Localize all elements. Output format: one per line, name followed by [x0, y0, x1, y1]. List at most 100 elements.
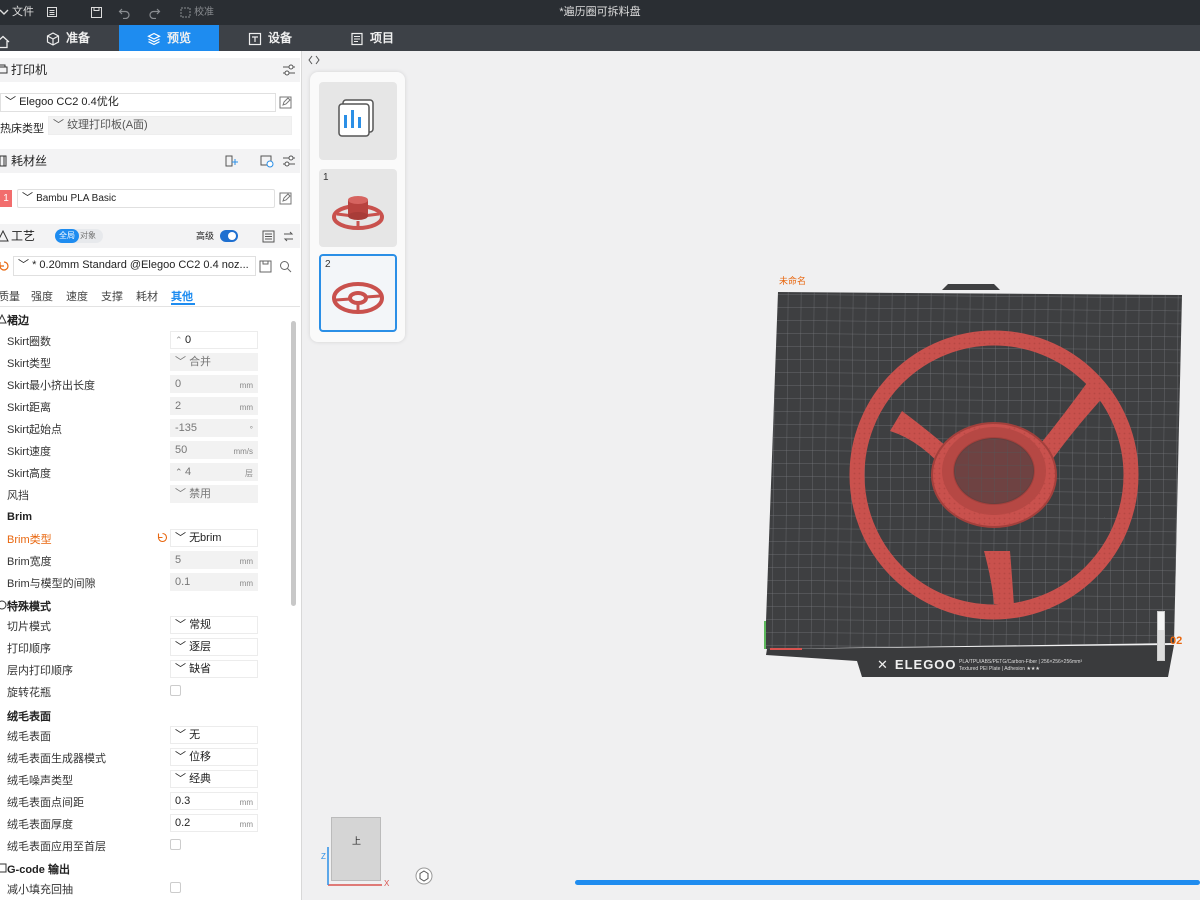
tab-preview[interactable]: 预览: [119, 25, 219, 51]
subtab-speed[interactable]: 速度: [66, 288, 88, 304]
draft-shield-value: 禁用: [189, 488, 212, 500]
filament-preset-select[interactable]: ﹀ Bambu PLA Basic: [17, 189, 275, 208]
skirt-start-unit: °: [249, 425, 253, 434]
plate-thumb-1[interactable]: 1: [319, 169, 397, 247]
fuzzy-gen-label: 绒毛表面生成器模式: [7, 753, 106, 765]
skirt-min-len-input[interactable]: 0 mm: [170, 375, 258, 393]
skirt-start-value: -135: [175, 422, 198, 434]
setting-skirt-speed: Skirt速度 50 mm/s: [0, 439, 290, 461]
menu-icon[interactable]: [46, 0, 58, 25]
skirt-dist-value: 2: [175, 400, 182, 412]
fuzzy-first-checkbox[interactable]: [170, 839, 181, 850]
brim-type-select[interactable]: ﹀ 无brim: [170, 529, 258, 547]
3d-viewport[interactable]: 1 2 未命名 ✕ ELEGOO PLA/TPU/ABS/PETG/Carbon…: [302, 51, 1200, 900]
file-menu[interactable]: 文件: [12, 0, 34, 25]
add-filament-icon[interactable]: [224, 154, 238, 168]
redo-icon[interactable]: [148, 0, 161, 25]
subtab-quality[interactable]: 质量: [0, 288, 20, 304]
skirt-group-icon: [0, 314, 7, 324]
fuzzy-gen-select[interactable]: ﹀ 位移: [170, 748, 258, 766]
all-plates-thumb[interactable]: [319, 82, 397, 160]
skirt-group-title: 裙边: [7, 315, 29, 327]
skirt-height-spin[interactable]: ⌃ 4层: [170, 463, 258, 481]
skirt-loops-spin[interactable]: ⌃ 0: [170, 331, 258, 349]
tab-project[interactable]: 项目: [334, 25, 424, 51]
advanced-toggle[interactable]: [220, 230, 238, 242]
fuzzy-skin-value: 无: [189, 729, 201, 741]
filament-slot-badge[interactable]: 1: [0, 190, 12, 207]
fuzzy-skin-select[interactable]: ﹀ 无: [170, 726, 258, 744]
app-menu-button[interactable]: [0, 0, 10, 25]
process-compare-icon[interactable]: [282, 230, 295, 243]
print-seq-select[interactable]: ﹀ 逐层: [170, 638, 258, 656]
plate-2-model-preview: [332, 282, 384, 314]
settings-scrollbar[interactable]: [291, 321, 296, 606]
skirt-type-select[interactable]: ﹀ 合并: [170, 353, 258, 371]
plate-thumb-2[interactable]: 2: [319, 254, 397, 332]
slice-mode-select[interactable]: ﹀ 常规: [170, 616, 258, 634]
printer-section-label: 打印机: [11, 63, 48, 77]
spiral-vase-checkbox[interactable]: [170, 685, 181, 696]
search-icon[interactable]: [279, 260, 292, 273]
tab-device[interactable]: 设备: [232, 25, 322, 51]
layer-slider[interactable]: [1157, 611, 1165, 661]
nav-cube[interactable]: 上 Z X: [321, 817, 389, 888]
tab-device-label: 设备: [268, 31, 293, 45]
brim-gap-input[interactable]: 0.1 mm: [170, 573, 258, 591]
intra-layer-select[interactable]: ﹀ 缺省: [170, 660, 258, 678]
fuzzy-noise-select[interactable]: ﹀ 经典: [170, 770, 258, 788]
reset-process-icon[interactable]: [0, 260, 10, 272]
skirt-dist-unit: mm: [239, 403, 253, 412]
save-process-icon[interactable]: [259, 260, 272, 273]
home-button[interactable]: [0, 25, 20, 51]
process-preset-select[interactable]: ﹀ * 0.20mm Standard @Elegoo CC2 0.4 noz.…: [13, 256, 256, 276]
reduce-retract-checkbox[interactable]: [170, 882, 181, 893]
subtab-others[interactable]: 其他: [171, 288, 193, 304]
calibrate-menu[interactable]: 校准: [180, 0, 214, 25]
collapse-sidebar-icon[interactable]: [308, 54, 320, 66]
undo-icon[interactable]: [118, 0, 131, 25]
save-icon[interactable]: [90, 0, 103, 25]
scope-global[interactable]: 全局: [55, 229, 79, 243]
scope-object[interactable]: 对象: [80, 229, 96, 243]
build-plate[interactable]: [762, 281, 1182, 701]
printer-preset-select[interactable]: ﹀ Elegoo CC2 0.4优化: [0, 93, 276, 112]
reset-brim-type-icon[interactable]: [157, 532, 168, 543]
axis-z-label: Z: [321, 852, 326, 861]
skirt-dist-input[interactable]: 2 mm: [170, 397, 258, 415]
tab-prepare[interactable]: 准备: [30, 25, 118, 51]
edit-printer-icon[interactable]: [279, 96, 292, 109]
bed-type-value: 纹理打印板(A面): [67, 119, 148, 131]
setting-fuzzy-generator: 绒毛表面生成器模式 ﹀ 位移: [0, 746, 290, 768]
main-tabbar: 准备 预览 设备 项目: [0, 25, 1200, 51]
process-list-icon[interactable]: [262, 230, 275, 243]
draft-shield-select[interactable]: ﹀ 禁用: [170, 485, 258, 503]
setting-skirt-min-len: Skirt最小挤出长度 0 mm: [0, 373, 290, 395]
intra-layer-label: 层内打印顺序: [7, 665, 73, 677]
skirt-start-input[interactable]: -135 °: [170, 419, 258, 437]
brim-width-input[interactable]: 5 mm: [170, 551, 258, 569]
tab-preview-label: 预览: [167, 31, 192, 45]
filament-sync-icon[interactable]: [260, 154, 274, 168]
subtab-filament[interactable]: 耗材: [136, 288, 158, 304]
setting-skirt-loops: Skirt圈数 ⌃ 0: [0, 329, 290, 351]
skirt-height-value: 4: [185, 466, 192, 478]
fuzzy-thick-value: 0.2: [175, 817, 191, 829]
setting-fuzzy-skin: 绒毛表面 ﹀ 无: [0, 724, 290, 746]
subtab-strength[interactable]: 强度: [31, 288, 53, 304]
fuzzy-thick-input[interactable]: 0.2 mm: [170, 814, 258, 832]
fuzzy-first-label: 绒毛表面应用至首层: [7, 841, 106, 853]
chevron-down-icon: [0, 9, 9, 16]
bed-type-select[interactable]: ﹀ 纹理打印板(A面): [48, 116, 292, 135]
subtab-divider: [0, 306, 300, 307]
gcode-group-title: G-code 输出: [7, 864, 70, 876]
filament-settings-icon[interactable]: [282, 154, 296, 168]
view-mode-icon[interactable]: [415, 867, 433, 885]
fuzzy-dist-input[interactable]: 0.3 mm: [170, 792, 258, 810]
subtab-support[interactable]: 支撑: [101, 288, 123, 304]
filament-preset-value: Bambu PLA Basic: [36, 193, 117, 204]
printer-settings-icon[interactable]: [282, 63, 296, 77]
scope-toggle[interactable]: 全局 对象: [55, 229, 103, 243]
skirt-speed-input[interactable]: 50 mm/s: [170, 441, 258, 459]
edit-filament-icon[interactable]: [279, 192, 292, 205]
